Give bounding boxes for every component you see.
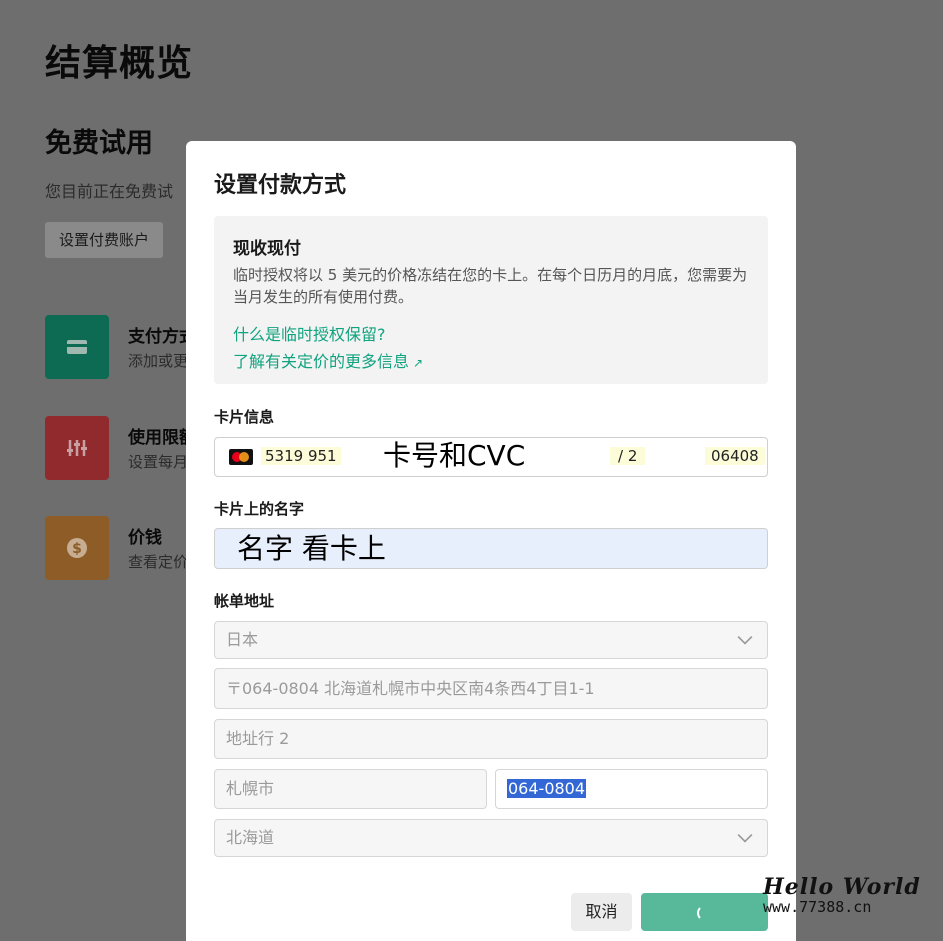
sliders-icon (45, 416, 109, 480)
city-field[interactable]: 札幌市 (214, 769, 487, 809)
watermark-title: Hello World (763, 874, 921, 900)
chevron-down-icon (737, 833, 753, 843)
page-title: 结算概览 (45, 43, 194, 84)
authorization-hold-link[interactable]: 什么是临时授权保留? (233, 321, 386, 345)
svg-text:$: $ (72, 541, 82, 557)
address-line2-placeholder: 地址行 2 (226, 729, 290, 748)
info-text: 临时授权将以 5 美元的价格冻结在您的卡上。在每个日历月的月底，您需要为当月发生… (233, 266, 748, 306)
state-select[interactable]: 北海道 (214, 819, 768, 857)
loading-spinner-icon (697, 905, 713, 921)
watermark: Hello World www.77388.cn (763, 874, 921, 916)
address-line1-value: 〒064-0804 北海道札幌市中央区南4条西4丁目1-1 (226, 679, 595, 698)
payment-method-subtitle: 添加或更 (128, 352, 189, 370)
postal-code-field[interactable]: 064-0804 (495, 769, 768, 809)
cardholder-name-value: 名字 看卡上 (237, 532, 386, 565)
card-annotation: 卡号和CVC (383, 439, 526, 472)
mastercard-icon (229, 449, 253, 465)
card-cvc-value[interactable]: 06408 (705, 447, 765, 465)
card-number-field[interactable]: 5319 951 卡号和CVC / 2 06408 (214, 437, 768, 477)
postal-code-value: 064-0804 (507, 779, 587, 798)
cardholder-name-label: 卡片上的名字 (214, 500, 305, 518)
address-line1-field[interactable]: 〒064-0804 北海道札幌市中央区南4条西4丁目1-1 (214, 668, 768, 709)
card-number-value: 5319 951 (261, 447, 341, 465)
state-value: 北海道 (226, 828, 275, 847)
card-info-label: 卡片信息 (214, 408, 275, 426)
trial-description: 您目前正在免费试 (45, 182, 174, 201)
cancel-button[interactable]: 取消 (571, 893, 632, 931)
pricing-info-link-label: 了解有关定价的更多信息 (233, 352, 410, 371)
pricing-info-link[interactable]: 了解有关定价的更多信息 ↗ (233, 348, 423, 372)
setup-paid-account-button[interactable]: 设置付费账户 (45, 222, 164, 258)
submit-button[interactable] (641, 893, 768, 931)
payment-method-modal: 设置付款方式 现收现付 临时授权将以 5 美元的价格冻结在您的卡上。在每个日历月… (186, 141, 796, 941)
watermark-url: www.77388.cn (763, 898, 872, 916)
cardholder-name-field[interactable]: 名字 看卡上 (214, 528, 768, 569)
section-title: 免费试用 (45, 128, 153, 159)
authorization-hold-link-label: 什么是临时授权保留? (233, 325, 386, 344)
pay-as-you-go-info: 现收现付 临时授权将以 5 美元的价格冻结在您的卡上。在每个日历月的月底，您需要… (214, 216, 768, 384)
pricing-subtitle: 查看定价 (128, 553, 189, 571)
usage-limits-subtitle: 设置每月 (128, 453, 189, 471)
billing-address-label: 帐单地址 (214, 592, 275, 610)
card-expiry-value[interactable]: / 2 (610, 447, 646, 465)
pricing-title[interactable]: 价钱 (128, 523, 162, 548)
chevron-down-icon (737, 635, 753, 645)
address-line2-field[interactable]: 地址行 2 (214, 719, 768, 759)
city-value: 札幌市 (226, 779, 275, 798)
modal-title: 设置付款方式 (214, 173, 347, 198)
country-value: 日本 (226, 630, 259, 649)
info-title: 现收现付 (233, 239, 301, 259)
external-link-icon: ↗ (413, 356, 424, 370)
country-select[interactable]: 日本 (214, 621, 768, 659)
dollar-icon: $ (45, 516, 109, 580)
card-icon (45, 315, 109, 379)
